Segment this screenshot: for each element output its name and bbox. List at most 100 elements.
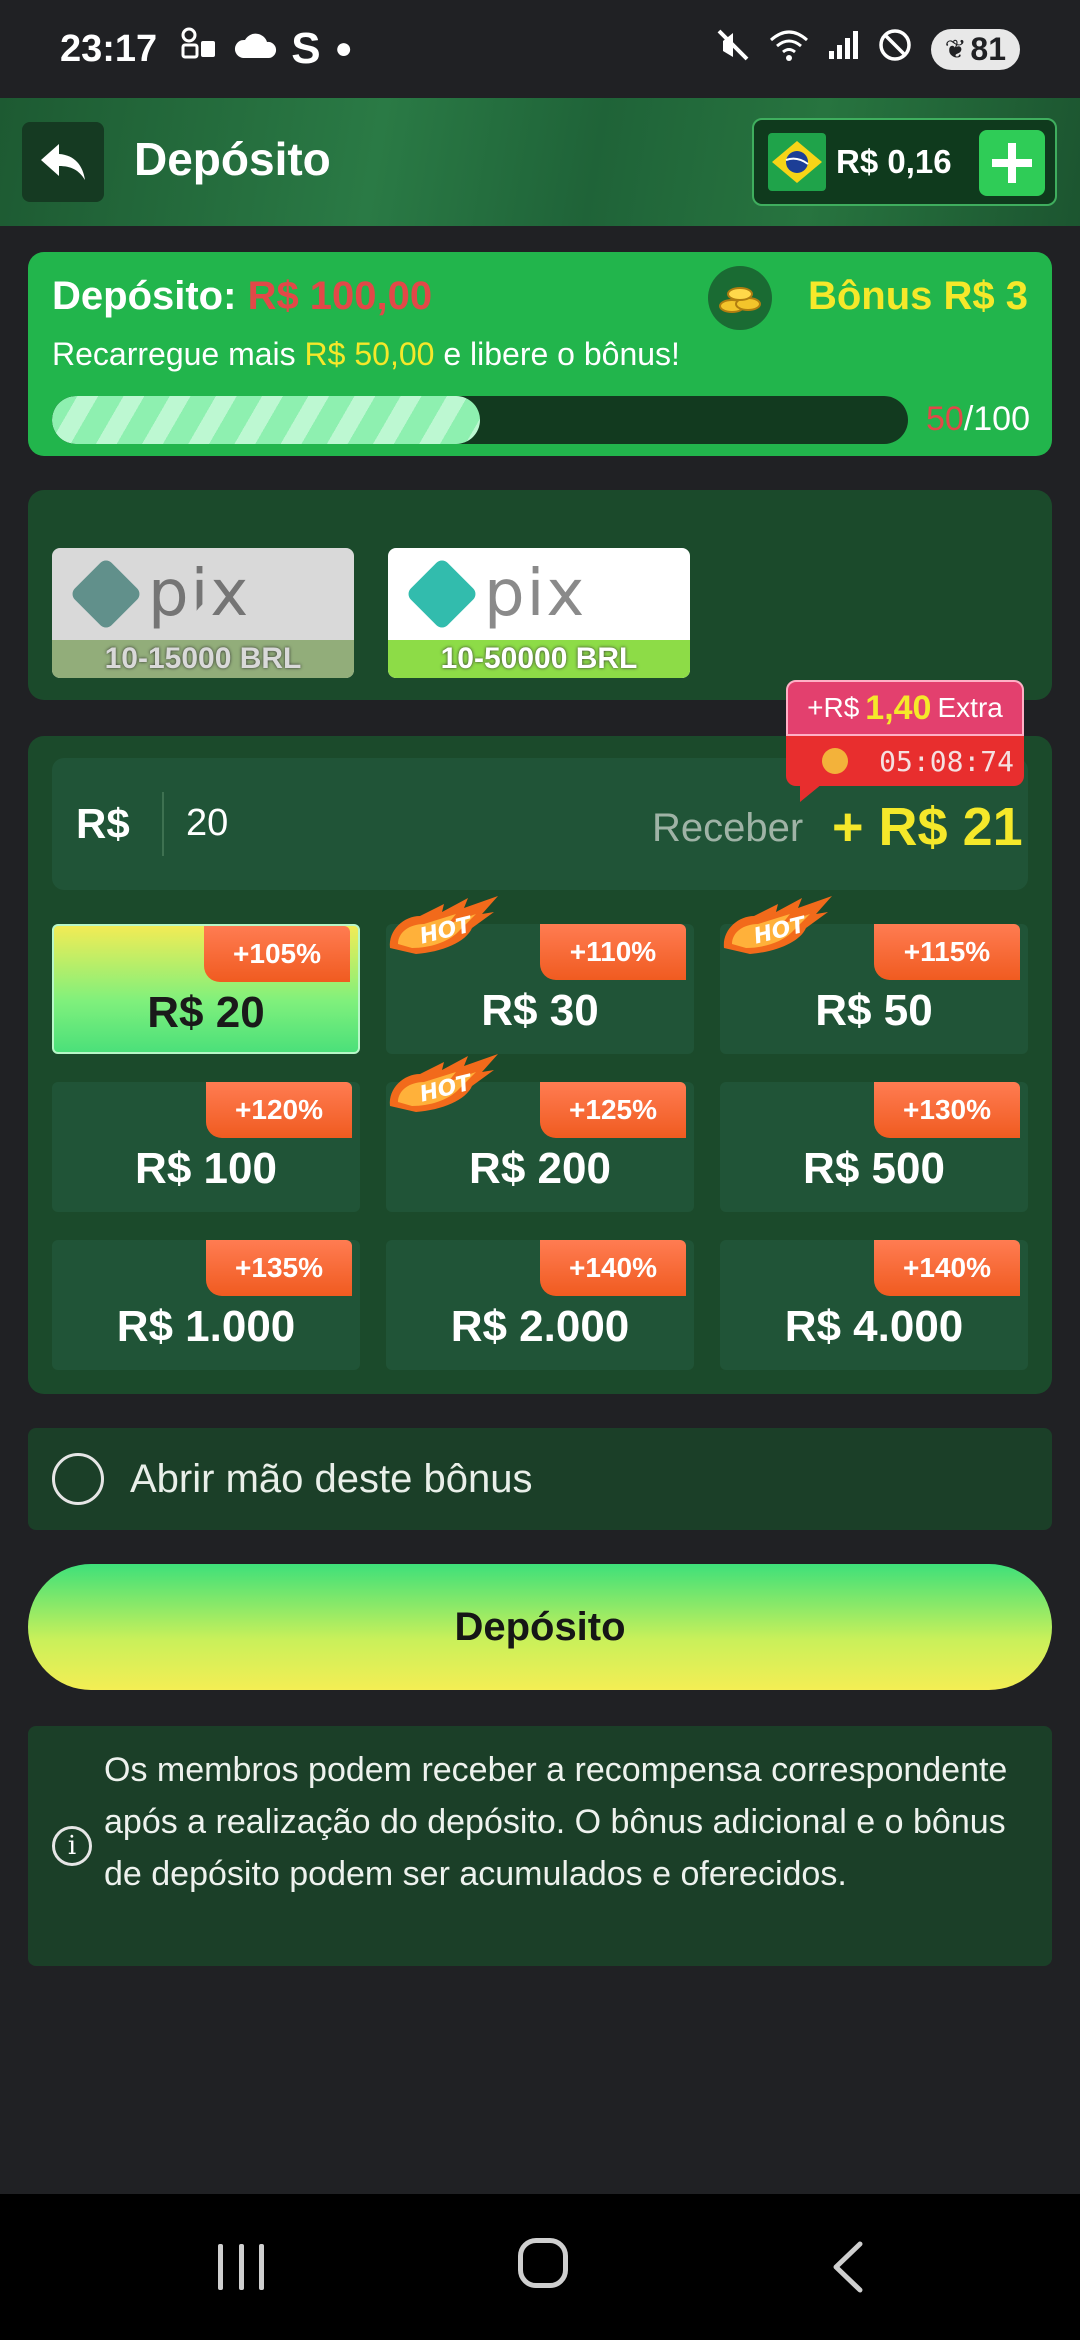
bonus-progress-fill (52, 396, 480, 444)
bonus-progress-bar (52, 396, 908, 444)
currency-label: R$ (76, 800, 130, 847)
recharge-prefix: Recarregue mais (52, 336, 305, 372)
receive-value: + R$ 21 (832, 797, 1023, 857)
amount-option-value: R$ 50 (815, 986, 933, 1035)
battery-level: 81 (970, 30, 1006, 67)
dnd-icon (877, 27, 913, 72)
waive-bonus-label: Abrir mão deste bônus (130, 1456, 533, 1501)
notification-icon (179, 27, 219, 72)
back-button[interactable] (22, 122, 104, 202)
amount-option-value: R$ 30 (481, 986, 599, 1035)
status-time: 23:17 (60, 27, 158, 70)
bonus-percent-badge: +105% (204, 926, 350, 982)
info-text: Os membros podem receber a recompensa co… (104, 1751, 1008, 1893)
bonus-percent-badge: +135% (206, 1240, 352, 1296)
receive-label: Receber (652, 806, 804, 850)
pix-logo: pix (388, 548, 690, 640)
extra-prefix: +R$ (807, 692, 860, 723)
back-nav-icon[interactable] (830, 2240, 864, 2299)
pix-diamond-icon (405, 557, 479, 631)
extra-bonus-badge: +R$ 1,40 Extra 05:08:74 (786, 680, 1024, 802)
input-divider (162, 792, 164, 856)
amount-option[interactable]: +140% R$ 4.000 (720, 1240, 1028, 1370)
bonus-percent-badge: +140% (540, 1240, 686, 1296)
amount-option[interactable]: +105% R$ 20 (52, 924, 360, 1054)
progress-current: 50 (925, 400, 964, 438)
amount-option-value: R$ 20 (147, 988, 265, 1037)
balance-value: R$ 0,16 (836, 143, 952, 180)
amount-option[interactable]: +130% R$ 500 (720, 1082, 1028, 1212)
amount-option[interactable]: +135% R$ 1.000 (52, 1240, 360, 1370)
timer-value: 05:08:74 (879, 744, 1014, 778)
waive-bonus-option[interactable]: Abrir mão deste bônus (28, 1428, 1052, 1530)
progress-total: /100 (963, 400, 1030, 438)
progress-counter: 50/100 (926, 400, 1030, 439)
s-app-icon: S (291, 24, 321, 73)
hot-flame-icon: HOT (386, 894, 504, 956)
cloud-icon (233, 30, 277, 69)
amount-option-value: R$ 500 (803, 1144, 945, 1193)
battery-indicator: ❦ 81 (930, 28, 1020, 70)
amount-option-value: R$ 100 (135, 1144, 277, 1193)
bonus-percent-badge: +110% (540, 924, 686, 980)
bonus-value: Bônus R$ 3 (807, 274, 1028, 318)
extra-suffix: Extra (937, 692, 1003, 723)
status-left-icons: S ● (179, 24, 353, 74)
recent-apps-icon[interactable] (218, 2244, 264, 2290)
bonus-percent-badge: +125% (540, 1082, 686, 1138)
deposit-bonus-card: Depósito: R$ 100,00 Bônus R$ 3 Recarregu… (28, 252, 1052, 456)
dot-icon: ● (334, 32, 353, 65)
checkmark-icon: ✔ (176, 586, 222, 646)
badge-tail (800, 784, 822, 802)
brazil-flag-icon (768, 133, 826, 191)
extra-bonus-label: +R$ 1,40 Extra (786, 680, 1024, 736)
payment-option-pix-2[interactable]: pix 10-50000 BRL (388, 548, 690, 678)
pix-diamond-icon (69, 557, 143, 631)
amount-option-value: R$ 1.000 (116, 1302, 296, 1351)
home-icon[interactable] (518, 2238, 568, 2288)
amount-option-value: R$ 2.000 (450, 1302, 630, 1351)
amount-option[interactable]: +120% R$ 100 (52, 1082, 360, 1212)
info-box: i Os membros podem receber a recompensa … (28, 1726, 1052, 1966)
wifi-icon (769, 28, 809, 71)
mute-icon (715, 27, 751, 72)
page-title: Depósito (134, 133, 331, 185)
signal-icon (827, 29, 859, 70)
recharge-message: Recarregue mais R$ 50,00 e libere o bônu… (52, 336, 680, 373)
amount-section: R$ 20 Receber + R$ 21 +105% R$ 20 +110% … (28, 736, 1052, 1394)
amount-value[interactable]: 20 (186, 802, 228, 845)
deposit-summary: Depósito: R$ 100,00 (52, 274, 432, 319)
leaf-icon: ❦ (944, 33, 967, 64)
payment-methods: pix 10-15000 BRL ✔ pix 10-50000 BRL (28, 490, 1052, 700)
system-nav-bar (0, 2194, 1080, 2340)
bonus-percent-badge: +120% (206, 1082, 352, 1138)
pix-logo-text: pix (484, 557, 587, 631)
payment-option-pix-1[interactable]: pix 10-15000 BRL ✔ (52, 548, 354, 678)
bonus-percent-badge: +140% (874, 1240, 1020, 1296)
extra-amount: 1,40 (865, 688, 932, 727)
coins-icon (708, 266, 772, 330)
bonus-percent-badge: +115% (874, 924, 1020, 980)
waive-bonus-radio[interactable] (52, 1453, 104, 1505)
info-icon: i (52, 1826, 92, 1866)
deposit-amount: R$ 100,00 (247, 274, 433, 318)
app-header: Depósito R$ 0,16 (0, 98, 1080, 226)
bonus-percent-badge: +130% (874, 1082, 1020, 1138)
stopwatch-icon (822, 748, 848, 774)
deposit-label: Depósito: (52, 274, 237, 318)
deposit-button[interactable]: Depósito (28, 1564, 1052, 1690)
add-funds-button[interactable] (979, 130, 1045, 196)
recharge-suffix: e libere o bônus! (434, 336, 680, 372)
amount-option-value: R$ 200 (469, 1144, 611, 1193)
plus-icon (992, 143, 1032, 183)
amount-option-value: R$ 4.000 (784, 1302, 964, 1351)
amount-option[interactable]: +140% R$ 2.000 (386, 1240, 694, 1370)
extra-timer: 05:08:74 (786, 736, 1024, 786)
hot-flame-icon: HOT (720, 894, 838, 956)
status-bar: 23:17 S ● ❦ 81 (0, 0, 1080, 98)
recharge-amount: R$ 50,00 (304, 336, 435, 372)
back-arrow-icon (41, 144, 85, 180)
payment-range: 10-50000 BRL (388, 640, 690, 678)
hot-flame-icon: HOT (386, 1052, 504, 1114)
balance-box: R$ 0,16 (752, 118, 1057, 206)
